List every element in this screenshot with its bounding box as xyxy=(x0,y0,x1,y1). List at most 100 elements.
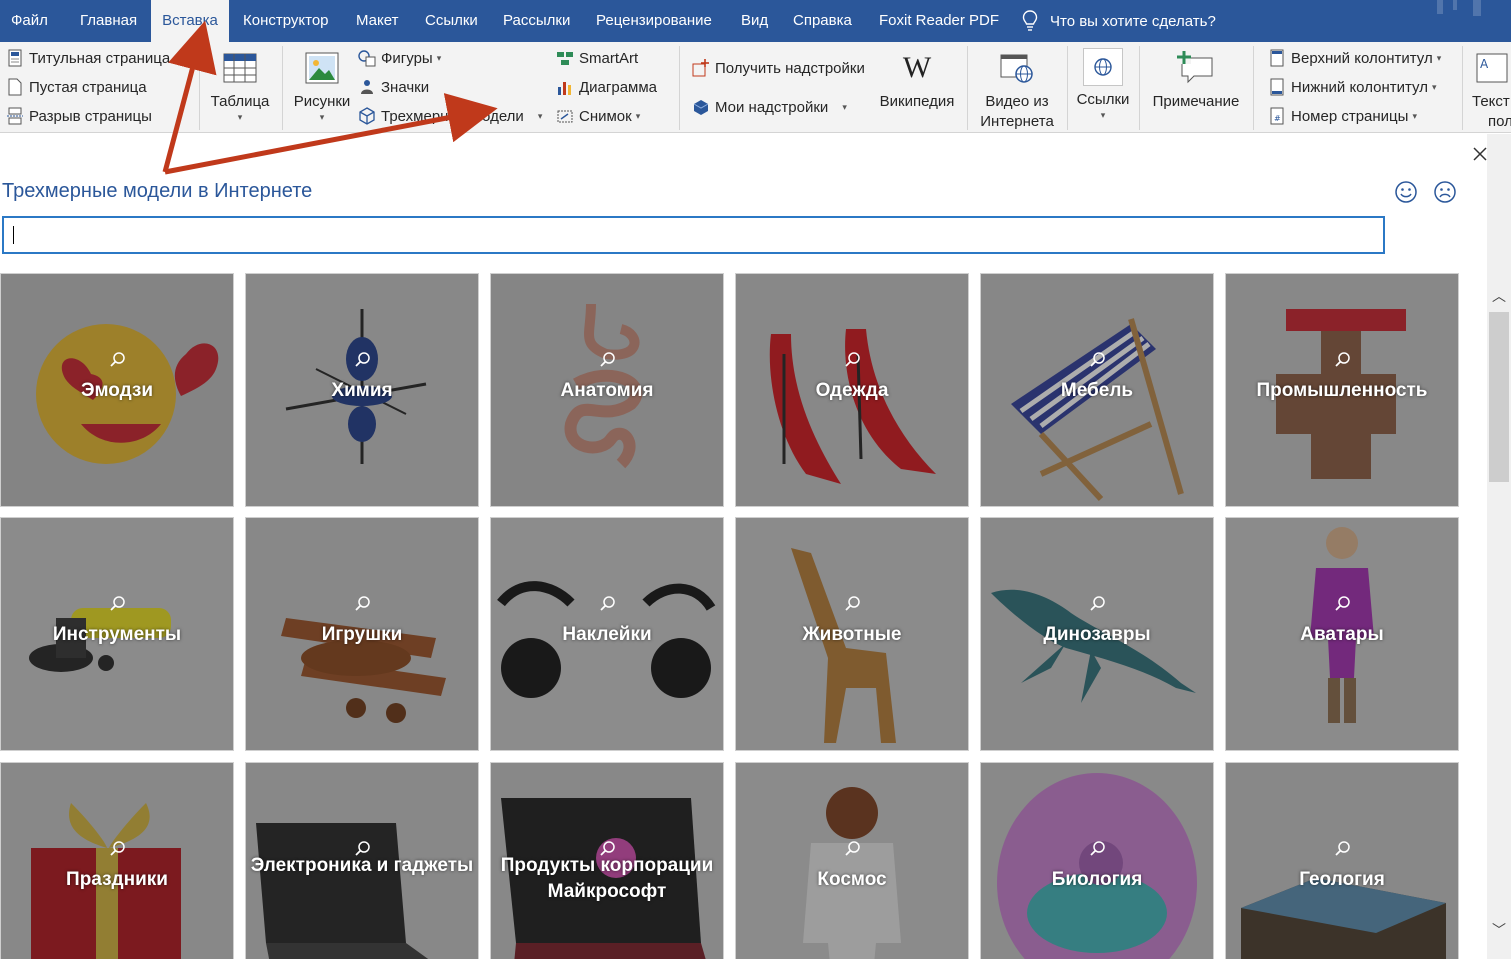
tab-home[interactable]: Главная xyxy=(69,0,148,42)
page-break-icon xyxy=(6,107,24,125)
pictures-button[interactable]: Рисунки ▾ xyxy=(290,48,354,122)
magnifier-icon xyxy=(845,596,860,611)
cube-icon xyxy=(358,107,376,125)
tab-mailings[interactable]: Рассылки xyxy=(492,0,581,42)
close-icon xyxy=(1473,147,1487,161)
category-tile-geology[interactable]: Геология xyxy=(1225,762,1459,959)
tell-me-text: Что вы хотите сделать? xyxy=(1050,12,1216,30)
tab-help[interactable]: Справка xyxy=(782,0,863,42)
category-tile-emoji[interactable]: Эмодзи xyxy=(0,273,234,507)
online-video-label-2: Интернета xyxy=(980,113,1054,130)
screenshot-label: Снимок xyxy=(579,107,632,125)
my-addins-button[interactable]: Мои надстройки ▾ xyxy=(692,96,847,118)
comment-button[interactable]: Примечание xyxy=(1146,48,1246,112)
3d-models-button[interactable]: Трехмерные модели ▾ xyxy=(358,105,542,127)
magnifier-icon xyxy=(1335,352,1350,367)
chart-button[interactable]: Диаграмма xyxy=(556,76,657,98)
smile-feedback-icon[interactable] xyxy=(1394,180,1418,204)
category-tile-stickers[interactable]: Наклейки xyxy=(490,517,724,751)
category-tile-biology[interactable]: Биология xyxy=(980,762,1214,959)
category-tile-tools[interactable]: Инструменты xyxy=(0,517,234,751)
lightbulb-icon xyxy=(1022,10,1038,31)
tell-me-box[interactable]: Что вы хотите сделать? xyxy=(1022,0,1216,42)
title-bar-decoration xyxy=(1437,0,1481,16)
bar-chart-icon xyxy=(556,78,574,96)
category-label: Химия xyxy=(331,380,393,401)
header-label: Верхний колонтитул xyxy=(1291,49,1433,67)
magnifier-icon xyxy=(1335,841,1350,856)
category-tile-clothing[interactable]: Одежда xyxy=(735,273,969,507)
category-tile-avatars[interactable]: Аватары xyxy=(1225,517,1459,751)
page-number-button[interactable]: # Номер страницы ▾ xyxy=(1268,105,1417,127)
category-tile-electronics[interactable]: Электроника и гаджеты xyxy=(245,762,479,959)
ribbon-separator xyxy=(1067,46,1068,130)
category-tile-toys[interactable]: Игрушки xyxy=(245,517,479,751)
online-video-icon xyxy=(997,48,1037,88)
tab-design[interactable]: Конструктор xyxy=(232,0,340,42)
tab-references[interactable]: Ссылки xyxy=(414,0,489,42)
tab-insert[interactable]: Вставка xyxy=(151,0,229,42)
footer-button[interactable]: Нижний колонтитул ▾ xyxy=(1268,76,1437,98)
tab-foxit[interactable]: Foxit Reader PDF xyxy=(868,0,1010,42)
scroll-thumb[interactable] xyxy=(1489,312,1509,482)
text-box-button[interactable]: A Текст пол xyxy=(1472,48,1511,132)
text-box-icon: A xyxy=(1472,48,1511,88)
online-video-button[interactable]: Видео из Интернета xyxy=(974,48,1060,132)
search-box[interactable] xyxy=(2,216,1385,254)
get-addins-button[interactable]: Получить надстройки xyxy=(692,57,865,79)
category-tile-furniture[interactable]: Мебель xyxy=(980,273,1214,507)
shapes-button[interactable]: Фигуры ▾ xyxy=(358,47,441,69)
category-label: Геология xyxy=(1299,869,1385,890)
category-label: Эмодзи xyxy=(80,380,154,401)
screenshot-button[interactable]: Снимок ▾ xyxy=(556,105,640,127)
link-globe-icon xyxy=(1083,48,1123,86)
category-tile-holidays[interactable]: Праздники xyxy=(0,762,234,959)
tab-review[interactable]: Рецензирование xyxy=(585,0,723,42)
category-tile-microsoft[interactable]: Продукты корпорации Майкрософт xyxy=(490,762,724,959)
links-button[interactable]: Ссылки ▾ xyxy=(1072,48,1134,120)
magnifier-icon xyxy=(845,841,860,856)
category-label: Животные xyxy=(802,624,902,645)
scroll-down-icon[interactable]: ﹀ xyxy=(1487,918,1511,942)
magnifier-icon xyxy=(1090,596,1105,611)
ribbon-separator xyxy=(1462,46,1463,130)
page-break-button[interactable]: Разрыв страницы xyxy=(6,105,152,127)
table-label: Таблица xyxy=(210,93,270,110)
tab-layout[interactable]: Макет xyxy=(345,0,409,42)
ribbon-tab-bar: Файл Главная Вставка Конструктор Макет С… xyxy=(0,0,1511,42)
my-addins-label: Мои надстройки xyxy=(715,98,829,116)
icons-label: Значки xyxy=(381,78,430,96)
category-label: Одежда xyxy=(815,380,889,401)
category-tile-anatomy[interactable]: Анатомия xyxy=(490,273,724,507)
search-input[interactable] xyxy=(10,222,1370,248)
icons-button[interactable]: Значки xyxy=(358,76,429,98)
magnifier-icon xyxy=(600,596,615,611)
smartart-button[interactable]: SmartArt xyxy=(556,47,638,69)
category-tile-dinosaurs[interactable]: Динозавры xyxy=(980,517,1214,751)
vertical-scrollbar[interactable]: ︿ ﹀ xyxy=(1487,134,1511,959)
category-tile-chemistry[interactable]: Химия xyxy=(245,273,479,507)
wikipedia-button[interactable]: W Википедия xyxy=(874,48,960,112)
category-label: Анатомия xyxy=(560,380,654,401)
ribbon-separator xyxy=(282,46,283,130)
frown-feedback-icon[interactable] xyxy=(1433,180,1457,204)
tab-file[interactable]: Файл xyxy=(0,0,59,42)
smartart-label: SmartArt xyxy=(579,49,639,67)
cover-page-button[interactable]: Титульная страница ▾ xyxy=(6,47,179,69)
category-tile-industry[interactable]: Промышленность xyxy=(1225,273,1459,507)
table-button[interactable]: Таблица ▾ xyxy=(206,48,274,122)
tab-view[interactable]: Вид xyxy=(730,0,779,42)
scroll-up-icon[interactable]: ︿ xyxy=(1487,284,1511,308)
ribbon-separator xyxy=(1253,46,1254,130)
cover-page-icon xyxy=(6,49,24,67)
category-tile-animals[interactable]: Животные xyxy=(735,517,969,751)
category-label: Биология xyxy=(1051,869,1143,890)
header-button[interactable]: Верхний колонтитул ▾ xyxy=(1268,47,1441,69)
magnifier-icon xyxy=(355,596,370,611)
get-addins-label: Получить надстройки xyxy=(715,59,865,77)
blank-page-button[interactable]: Пустая страница xyxy=(6,76,147,98)
category-label: Игрушки xyxy=(321,624,403,645)
ribbon-separator xyxy=(1139,46,1140,130)
blank-page-icon xyxy=(6,78,24,96)
category-tile-space[interactable]: Космос xyxy=(735,762,969,959)
